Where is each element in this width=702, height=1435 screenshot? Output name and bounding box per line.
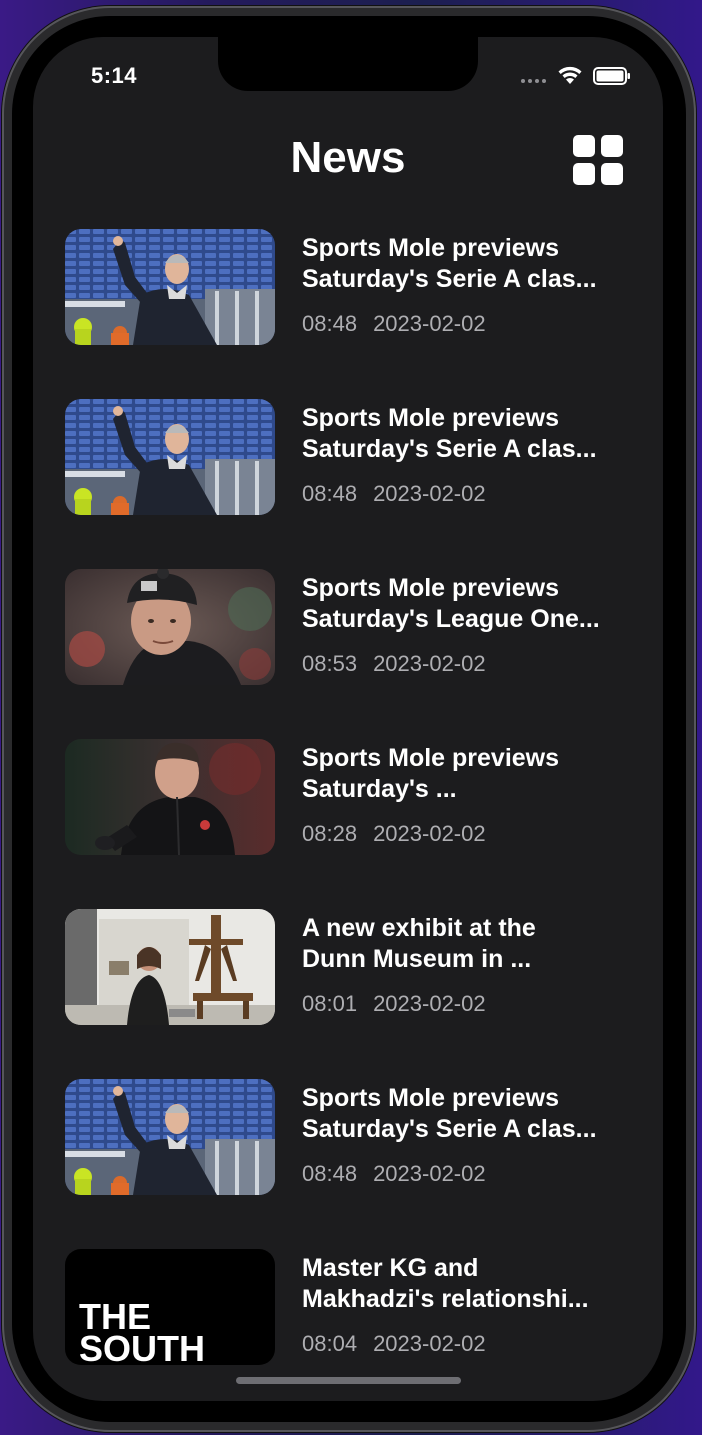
news-headline: Sports Mole previews Saturday's League O… (302, 574, 600, 633)
news-headline: Sports Mole previews Saturday's Serie A … (302, 234, 597, 293)
app-screen: 5:14 News Sports Mole previews Saturday'… (33, 37, 663, 1401)
news-list-item[interactable]: A new exhibit at the Dunn Museum in ... 0… (65, 909, 635, 1027)
news-headline: Master KG and Makhadzi's relationshi... (302, 1254, 589, 1313)
news-thumbnail (65, 569, 275, 685)
news-thumbnail: THE SOUTH (65, 1249, 275, 1365)
news-list-item[interactable]: Sports Mole previews Saturday's Serie A … (65, 229, 635, 347)
news-time: 08:48 (302, 1161, 358, 1186)
news-list-item[interactable]: Sports Mole previews Saturday's ... 08:28… (65, 739, 635, 857)
home-indicator[interactable] (236, 1377, 461, 1384)
news-meta: 08:53 2023-02-02 (302, 651, 486, 677)
news-headline: A new exhibit at the Dunn Museum in ... (302, 914, 536, 973)
news-list-item[interactable]: Sports Mole previews Saturday's League O… (65, 569, 635, 687)
news-time: 08:53 (302, 651, 358, 676)
news-meta: 08:48 2023-02-02 (302, 311, 486, 337)
news-time: 08:48 (302, 311, 358, 336)
news-thumbnail (65, 739, 275, 855)
news-thumbnail (65, 909, 275, 1025)
news-date: 2023-02-02 (373, 311, 486, 336)
news-list-item[interactable]: THE SOUTH Master KG and Makhadzi's relati… (65, 1249, 635, 1367)
status-time: 5:14 (91, 63, 138, 88)
news-date: 2023-02-02 (373, 991, 486, 1016)
news-headline: Sports Mole previews Saturday's Serie A … (302, 404, 597, 463)
news-list-item[interactable]: Sports Mole previews Saturday's Serie A … (65, 1079, 635, 1197)
news-time: 08:28 (302, 821, 358, 846)
news-headline: Sports Mole previews Saturday's ... (302, 744, 560, 803)
news-date: 2023-02-02 (373, 1331, 486, 1356)
news-meta: 08:01 2023-02-02 (302, 991, 486, 1017)
svg-text:SOUTH: SOUTH (79, 1328, 205, 1365)
news-meta: 08:48 2023-02-02 (302, 481, 486, 507)
news-time: 08:04 (302, 1331, 358, 1356)
news-time: 08:48 (302, 481, 358, 506)
news-date: 2023-02-02 (373, 1161, 486, 1186)
news-meta: 08:48 2023-02-02 (302, 1161, 486, 1187)
news-date: 2023-02-02 (373, 481, 486, 506)
news-thumbnail (65, 1079, 275, 1195)
news-time: 08:01 (302, 991, 358, 1016)
wifi-icon (558, 66, 582, 84)
cellular-signal-icon (521, 79, 546, 83)
news-date: 2023-02-02 (373, 651, 486, 676)
news-date: 2023-02-02 (373, 821, 486, 846)
news-thumbnail (65, 399, 275, 515)
grid-view-icon[interactable] (573, 135, 623, 185)
page-title: News (290, 133, 406, 182)
news-headline: Sports Mole previews Saturday's Serie A … (302, 1084, 597, 1143)
notch (218, 37, 478, 91)
news-meta: 08:04 2023-02-02 (302, 1331, 486, 1357)
news-list-item[interactable]: Sports Mole previews Saturday's Serie A … (65, 399, 635, 517)
battery-icon (593, 67, 630, 85)
news-meta: 08:28 2023-02-02 (302, 821, 486, 847)
news-thumbnail (65, 229, 275, 345)
